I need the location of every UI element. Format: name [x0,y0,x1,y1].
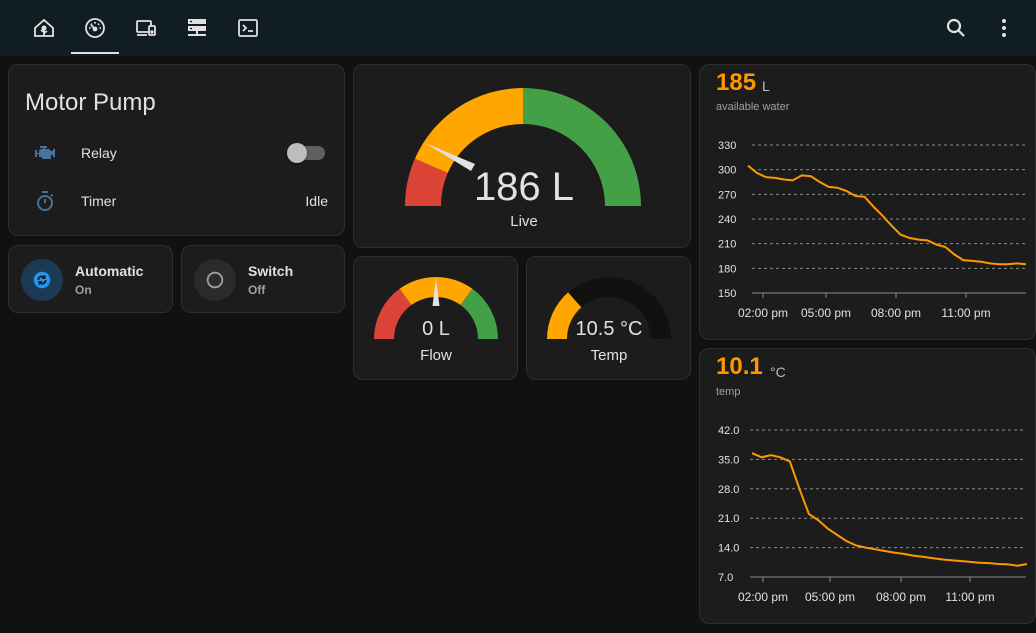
tile-state: Off [248,283,266,297]
toggle-knob [287,143,307,163]
search-button[interactable] [936,8,976,48]
timer-icon [37,191,54,211]
flow-gauge-card[interactable]: 0 L Flow [353,256,518,380]
sensor-card-temp[interactable]: 10.1 °C temp 42.0 35.0 28.0 21.0 14.0 7.0 02:0… [699,348,1036,624]
y-tick-label: 14.0 [718,543,739,555]
x-tick-label: 05:00 pm [805,590,855,604]
sensor-card-water[interactable]: 185 L available water 330 300 270 240 210 180… [699,64,1036,340]
relay-label: Relay [81,145,117,161]
y-tick-label: 240 [718,214,736,226]
timer-value: Idle [305,193,328,209]
relay-toggle[interactable] [287,143,325,163]
y-tick-label: 210 [718,239,736,251]
speedometer-icon [85,18,105,38]
gauge-value: 10.5 °C [575,318,643,340]
autorenew-icon [33,271,51,289]
devices-icon [136,20,156,36]
circle-outline-icon [206,271,224,289]
gauge-name: Temp [590,347,628,364]
gauge-value: 186 L [473,165,575,209]
sensor-value: 10.1 [716,353,763,380]
y-tick-label: 21.0 [718,513,739,525]
tab-dashboard[interactable] [71,0,119,56]
y-tick-label: 7.0 [718,572,733,584]
live-gauge-card[interactable]: 186 L Live [353,64,691,248]
y-tick-label: 180 [718,263,736,275]
x-tick-label: 05:00 pm [801,306,851,320]
x-tick-label: 08:00 pm [871,306,921,320]
gauge-name: Live [510,213,538,230]
tab-home[interactable] [20,0,68,56]
x-tick-label: 08:00 pm [876,590,926,604]
sensor-unit: °C [770,364,786,380]
y-tick-label: 300 [718,165,736,177]
top-app-bar [0,0,1036,56]
sensor-name: available water [716,101,790,113]
temp-history-chart: 42.0 35.0 28.0 21.0 14.0 7.0 02:00 pm 05:00 pm 0… [718,425,1028,604]
x-tick-label: 11:00 pm [945,590,994,604]
tile-state: On [75,283,92,297]
tile-icon-badge[interactable] [194,259,236,301]
y-tick-label: 42.0 [718,425,739,437]
gauge-segment-amber [414,88,523,173]
server-icon [188,19,206,36]
y-tick-label: 270 [718,189,736,201]
sensor-name: temp [716,386,741,398]
x-tick-label: 02:00 pm [738,306,788,320]
gauge-value: 0 L [422,318,450,340]
gauge-name: Flow [420,347,452,364]
tab-devices[interactable] [122,0,170,56]
card-title: Motor Pump [25,89,156,116]
x-tick-label: 02:00 pm [738,590,788,604]
tile-name: Switch [248,263,294,279]
terminal-icon [238,19,258,37]
engine-icon [35,146,55,159]
series-line [747,164,1027,266]
y-tick-label: 35.0 [718,454,739,466]
y-tick-label: 28.0 [718,484,739,496]
y-tick-label: 330 [718,140,736,152]
more-menu-button[interactable] [984,8,1024,48]
motor-pump-card: Motor Pump Relay Timer Idle [8,64,345,236]
tab-server[interactable] [173,0,221,56]
series-line [751,452,1028,567]
tile-name: Automatic [75,263,144,279]
search-icon [946,18,965,37]
tab-terminal[interactable] [224,0,272,56]
temp-gauge-card[interactable]: 10.5 °C Temp [526,256,691,380]
y-tick-label: 150 [718,288,736,300]
tile-automatic[interactable]: Automatic On [8,245,173,313]
x-tick-label: 11:00 pm [941,306,990,320]
sensor-value: 185 [716,69,757,96]
sensor-unit: L [762,78,770,94]
tile-switch[interactable]: Switch Off [181,245,345,313]
home-assistant-icon [34,18,54,37]
timer-label: Timer [81,193,117,209]
water-history-chart: 330 300 270 240 210 180 15002:00 pm 05:00 pm 08:… [718,140,1027,320]
tile-icon-badge[interactable] [21,259,63,301]
more-vertical-icon [1002,19,1006,37]
